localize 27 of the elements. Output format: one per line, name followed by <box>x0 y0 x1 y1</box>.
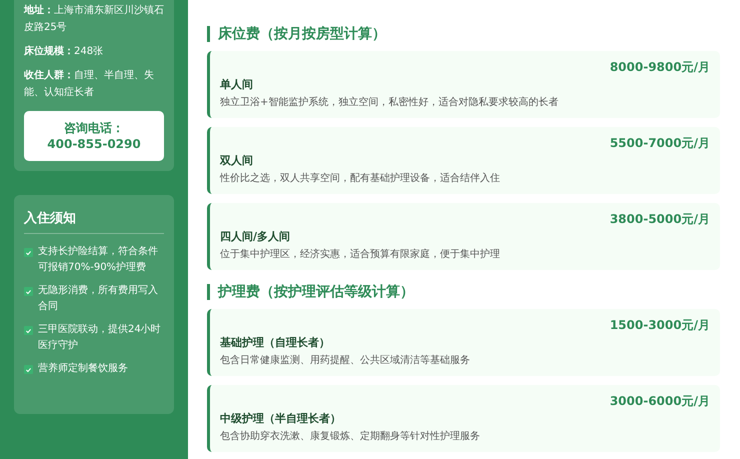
room-description: 包含日常健康监测、用药提醒、公共区域清洁等基础服务 <box>220 354 471 368</box>
notice-text: 支持长护险结算，符合条件可报销70%-90%护理费 <box>38 244 159 275</box>
price-text: 8000-9800元/月 <box>610 59 710 75</box>
room-description: 独立卫浴+智能监护系统，独立空间，私密性好，适合对隐私要求较高的长者 <box>220 96 560 110</box>
room-description: 包含协助穿衣洗漱、康复锻炼、定期翻身等针对性护理服务 <box>220 430 481 444</box>
section-title: 护理费（按护理评估等级计算） <box>207 284 720 300</box>
phone-number: 400-855-0290 <box>47 136 141 152</box>
info-text: 收住人群：自理、半自理、失能、认知症长者 <box>24 68 155 100</box>
section-title: 床位费（按月按房型计算） <box>207 26 720 42</box>
info-text: 床位规模：248张 <box>24 44 104 59</box>
notice-text: 营养师定制餐饮服务 <box>38 362 128 376</box>
room-description: 位于集中护理区，经济实惠，适合预算有限家庭，便于集中护理 <box>220 248 501 262</box>
price-text: 1500-3000元/月 <box>610 317 710 333</box>
info-text: 地址：上海市浦东新区川沙镇石皮路25号 <box>24 4 164 35</box>
room-name: 四人间/多人间 <box>220 229 292 244</box>
room-name: 基础护理（自理长者） <box>220 335 331 350</box>
room-name: 双人间 <box>220 153 254 168</box>
room-name: 中级护理（半自理长者） <box>220 411 342 426</box>
room-name: 单人间 <box>220 77 254 92</box>
phone-label: 咨询电话： <box>64 120 124 136</box>
price-text: 5500-7000元/月 <box>610 135 710 151</box>
notice-title: 入住须知 <box>24 209 164 234</box>
notice-text: 三甲医院联动，提供24小时医疗守护 <box>38 322 162 353</box>
price-text: 3800-5000元/月 <box>610 211 710 227</box>
notice-text: 无隐形消费，所有费用写入合同 <box>38 284 159 314</box>
room-description: 性价比之选，双人共享空间，配有基础护理设备，适合结伴入住 <box>220 172 501 186</box>
price-text: 3000-6000元/月 <box>610 393 710 409</box>
